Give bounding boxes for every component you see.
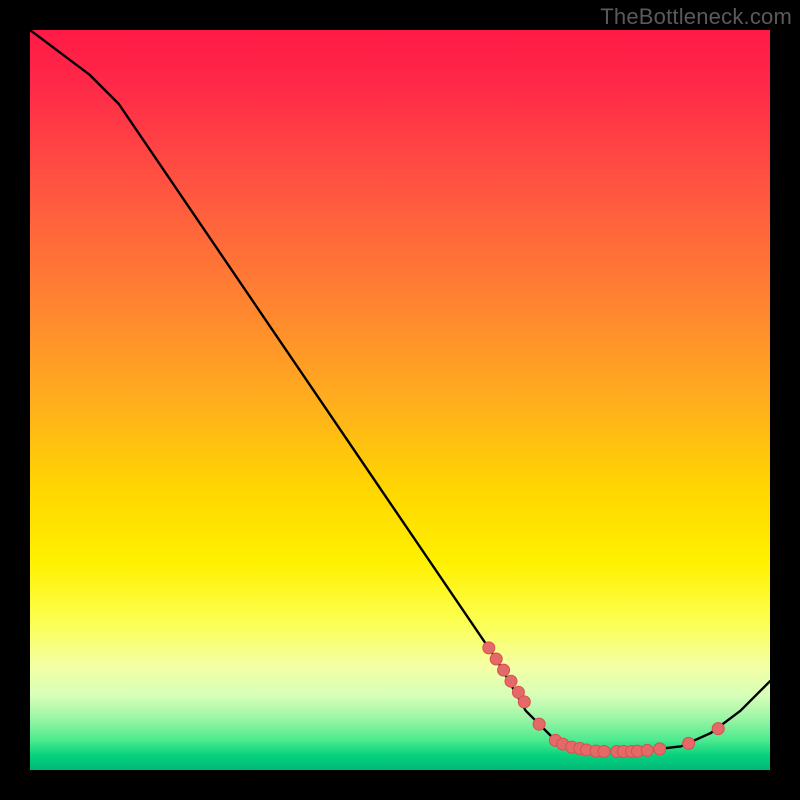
curve-marker: [712, 723, 724, 735]
plot-area: [30, 30, 770, 770]
curve-layer: [30, 30, 770, 770]
bottleneck-curve: [30, 30, 770, 752]
curve-marker: [683, 737, 695, 749]
curve-marker: [483, 642, 495, 654]
curve-marker: [505, 675, 517, 687]
curve-marker: [641, 744, 653, 756]
curve-marker: [533, 718, 545, 730]
curve-marker: [498, 664, 510, 676]
chart-frame: TheBottleneck.com: [0, 0, 800, 800]
curve-marker: [490, 653, 502, 665]
curve-marker: [518, 696, 530, 708]
curve-marker: [598, 746, 610, 758]
curve-markers: [483, 642, 724, 758]
curve-marker: [654, 743, 666, 755]
watermark-text: TheBottleneck.com: [600, 4, 792, 30]
